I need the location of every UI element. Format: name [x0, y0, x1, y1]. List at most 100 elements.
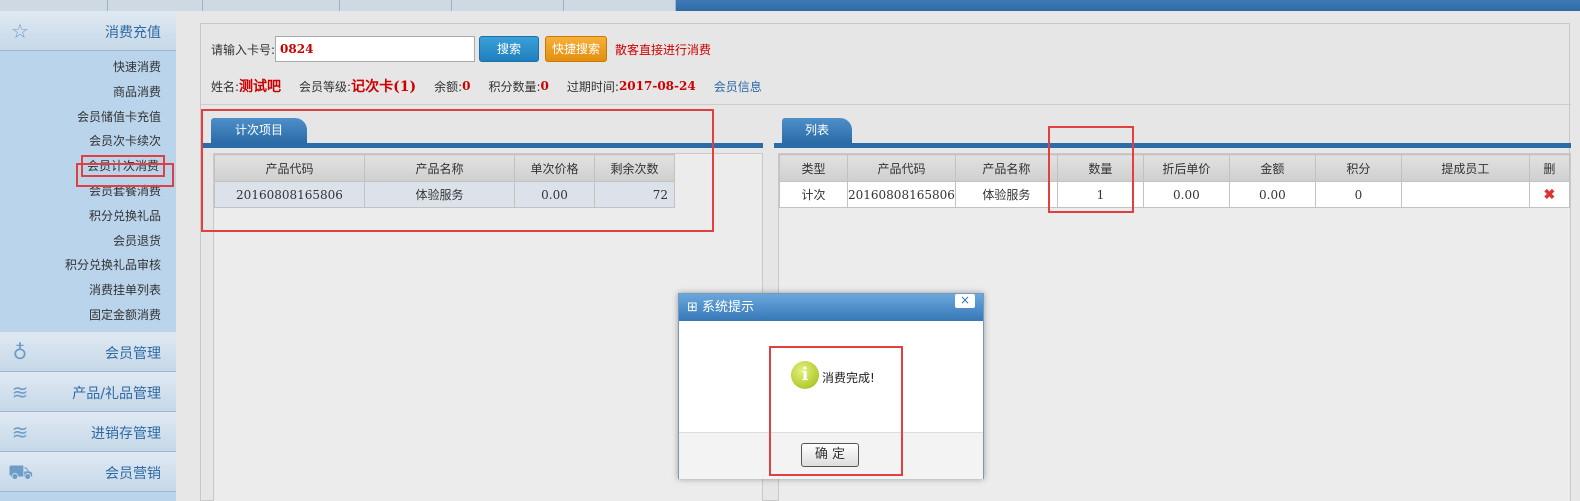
sidebar-item-card-recharge[interactable]: 会员储值卡充值 [0, 105, 176, 130]
column-header: 产品代码 [847, 154, 956, 182]
panel-tabbar: 计次项目 [203, 118, 763, 148]
sidebar-item-points-gift[interactable]: 积分兑换礼品 [0, 204, 176, 229]
sidebar-section-marketing[interactable]: ⛟ 会员营销 [0, 451, 176, 492]
sidebar-item-label: 消费挂单列表 [88, 283, 161, 298]
sidebar-item-label: 会员计次消费 [80, 155, 166, 178]
member-info-link[interactable]: 会员信息 [714, 78, 762, 95]
sidebar-item-return[interactable]: 会员退货 [0, 229, 176, 254]
column-header: 剩余次数 [594, 154, 675, 182]
sidebar-section-member[interactable]: ♁ 会员管理 [0, 331, 176, 372]
top-bar [0, 0, 1580, 11]
table-cell: 20160808165806 [847, 181, 956, 208]
quantity-cell[interactable]: 1 [1056, 181, 1144, 208]
tab-list[interactable]: 列表 [782, 118, 852, 143]
name-label: 姓名: [211, 79, 240, 94]
sidebar-item-gift-review[interactable]: 积分兑换礼品审核 [0, 253, 176, 278]
table-row[interactable]: 20160808165806 体验服务 0.00 72 [214, 181, 675, 208]
sidebar-section-label: 会员管理 [105, 345, 161, 362]
sidebar: ☆ 消费充值 快速消费 商品消费 会员储值卡充值 会员次卡续次 会员计次消费 会… [0, 11, 176, 501]
top-tab[interactable] [564, 0, 676, 11]
dialog-title: 系统提示 [702, 300, 755, 315]
table-cell: 计次 [779, 181, 848, 208]
table-cell: 体验服务 [364, 181, 515, 208]
column-header: 积分 [1314, 154, 1402, 182]
table-cell: 0.00 [514, 181, 595, 208]
sidebar-item-fixed-amount[interactable]: 固定金额消费 [0, 303, 176, 328]
panel-tabbar: 列表 [774, 118, 1571, 148]
sidebar-item-label: 商品消费 [112, 84, 161, 99]
sidebar-items: 快速消费 商品消费 会员储值卡充值 会员次卡续次 会员计次消费 会员套餐消费 积… [0, 51, 176, 332]
table-cell [1400, 181, 1530, 208]
quick-search-button[interactable]: 快捷搜索 [545, 36, 608, 62]
level-label: 会员等级: [299, 79, 352, 94]
expire-label: 过期时间: [566, 79, 619, 94]
table-cell: 体验服务 [954, 181, 1058, 208]
sidebar-section-label: 产品/礼品管理 [72, 385, 161, 402]
sidebar-section-label: 消费充值 [105, 25, 161, 41]
top-tab[interactable] [340, 0, 452, 11]
column-header: 产品代码 [214, 154, 365, 182]
sidebar-item-quick-consume[interactable]: 快速消费 [0, 55, 176, 80]
table-cell: 20160808165806 [214, 181, 365, 208]
top-tab[interactable] [0, 0, 108, 11]
card-label: 请输入卡号: [211, 42, 276, 57]
star-icon: ☆ [11, 19, 29, 43]
sidebar-item-count-consume[interactable]: 会员计次消费 [0, 154, 176, 179]
sidebar-item-renew[interactable]: 会员次卡续次 [0, 129, 176, 154]
system-dialog: ⊞ 系统提示 × i 消费完成! 确 定 [678, 293, 984, 479]
layers-icon: ≋ [11, 419, 29, 444]
column-header: 删 [1528, 154, 1570, 182]
sidebar-item-pending-list[interactable]: 消费挂单列表 [0, 278, 176, 303]
sidebar-section-inventory[interactable]: ≋ 进销存管理 [0, 411, 176, 452]
sidebar-item-goods-consume[interactable]: 商品消费 [0, 80, 176, 105]
confirm-button[interactable]: 确 定 [801, 443, 859, 467]
delete-cell[interactable]: ✖ [1528, 181, 1570, 208]
column-header: 产品名称 [954, 154, 1058, 182]
column-header: 数量 [1056, 154, 1144, 182]
sidebar-section-label: 进销存管理 [91, 425, 161, 442]
member-name: 测试吧 [239, 79, 282, 95]
balance-label: 余额: [434, 79, 463, 94]
search-button[interactable]: 搜索 [479, 36, 540, 62]
sidebar-item-label: 会员套餐消费 [88, 183, 161, 198]
column-header: 产品名称 [364, 154, 515, 182]
member-info-row: 姓名: 测试吧 会员等级: 记次卡(1) 余额: 0 积分数量: 0 过期时间:… [211, 76, 762, 96]
sidebar-item-label: 快速消费 [112, 60, 161, 74]
sidebar-item-package-consume[interactable]: 会员套餐消费 [0, 179, 176, 204]
dialog-body: i 消费完成! [679, 321, 983, 433]
table-cell: 0 [1314, 181, 1402, 208]
close-icon[interactable]: × [955, 294, 975, 308]
sidebar-section-products[interactable]: ≋ 产品/礼品管理 [0, 371, 176, 412]
walk-in-link[interactable]: 散客直接进行消费 [615, 41, 711, 58]
search-row: 请输入卡号: 搜索 快捷搜索 散客直接进行消费 [211, 36, 711, 62]
window-icon: ⊞ [687, 300, 698, 315]
sidebar-section-label: 会员营销 [105, 465, 161, 482]
column-header: 单次价格 [514, 154, 595, 182]
column-header: 折后单价 [1142, 154, 1230, 182]
points-label: 积分数量: [488, 79, 541, 94]
sidebar-section-consume[interactable]: ☆ 消费充值 [0, 11, 176, 51]
column-header: 金额 [1228, 154, 1316, 182]
sidebar-item-label: 固定金额消费 [88, 307, 161, 322]
dialog-message: 消费完成! [822, 371, 875, 385]
top-tab[interactable] [203, 0, 340, 11]
info-icon: i [791, 361, 819, 389]
tab-count-items[interactable]: 计次项目 [211, 118, 307, 143]
card-number-input[interactable] [275, 36, 476, 62]
delete-icon[interactable]: ✖ [1544, 187, 1556, 203]
consume-list-table: 类型 产品代码 产品名称 数量 折后单价 金额 积分 提成员工 删 计次 201 [779, 154, 1570, 208]
sidebar-item-label: 会员次卡续次 [88, 134, 161, 149]
column-header: 类型 [779, 154, 848, 182]
top-tab[interactable] [452, 0, 564, 11]
dialog-header: ⊞ 系统提示 × [679, 294, 983, 321]
top-tab[interactable] [108, 0, 203, 11]
sidebar-item-label: 积分兑换礼品审核 [64, 258, 161, 273]
table-row[interactable]: 计次 20160808165806 体验服务 1 0.00 0.00 0 ✖ [779, 181, 1570, 208]
member-points: 0 [540, 79, 549, 93]
sidebar-item-label: 积分兑换礼品 [88, 208, 161, 223]
table-cell: 72 [594, 181, 675, 208]
sidebar-item-label: 会员退货 [112, 233, 161, 248]
member-balance: 0 [462, 79, 471, 93]
layers-icon: ≋ [11, 379, 29, 404]
member-expire: 2017-08-24 [618, 79, 696, 93]
